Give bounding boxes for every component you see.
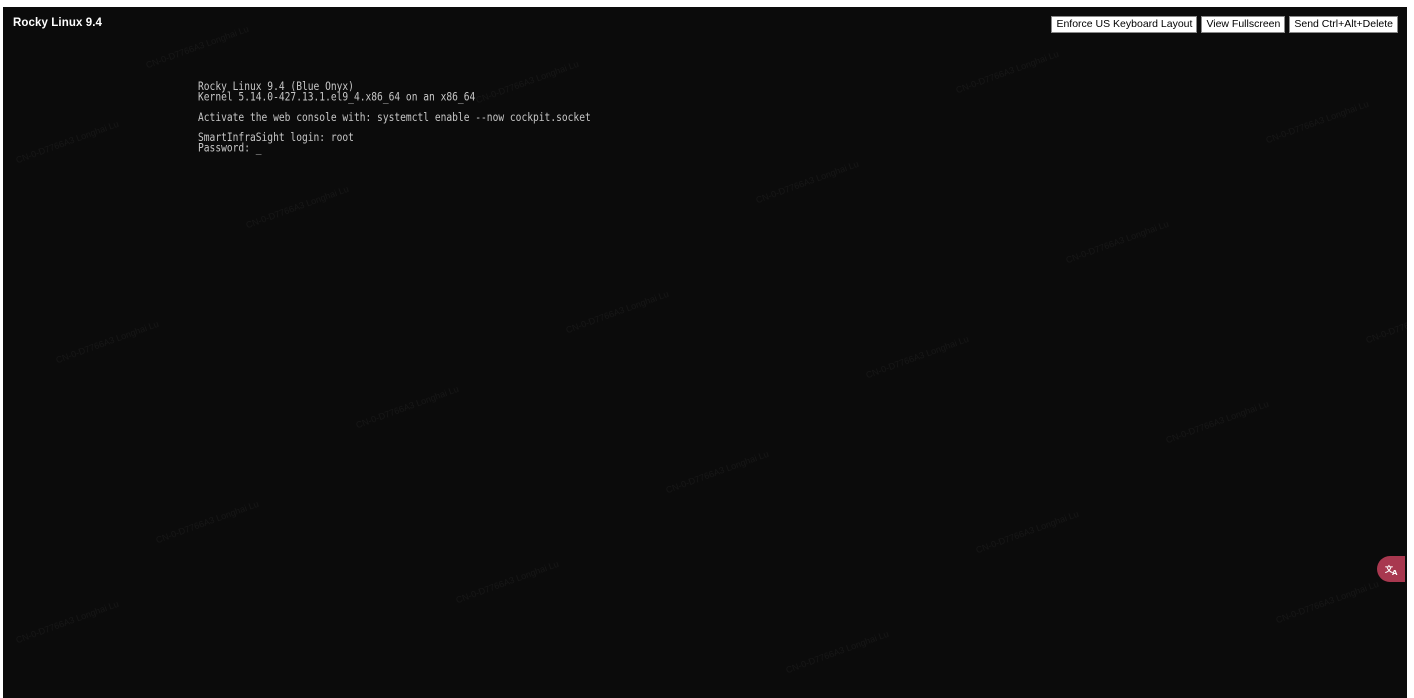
watermark: CN-0-D7766A3 Longhai Lu — [14, 118, 121, 166]
watermark: CN-0-D7766A3 Longhai Lu — [14, 598, 121, 646]
password-prompt: Password: — [198, 142, 256, 156]
text-cursor: _ — [255, 142, 262, 156]
svg-text:A: A — [1392, 569, 1398, 576]
console-header: Rocky Linux 9.4 Enforce US Keyboard Layo… — [3, 7, 1407, 37]
console-toolbar: Enforce US Keyboard Layout View Fullscre… — [1051, 16, 1398, 33]
watermark: CN-0-D7766A3 Longhai Lu — [1274, 578, 1381, 626]
vm-console-window: Rocky Linux 9.4 Enforce US Keyboard Layo… — [3, 7, 1407, 698]
vm-title: Rocky Linux 9.4 — [13, 17, 103, 29]
watermark: CN-0-D7766A3 Longhai Lu — [354, 383, 461, 431]
console-line: Activate the web console with: systemctl… — [198, 111, 591, 125]
watermark: CN-0-D7766A3 Longhai Lu — [1164, 398, 1271, 446]
watermark: CN-0-D7766A3 Longhai Lu — [664, 448, 771, 496]
watermark: CN-0-D7766A3 Longhai Lu — [564, 288, 671, 336]
view-fullscreen-button[interactable]: View Fullscreen — [1201, 16, 1286, 33]
password-prompt-line[interactable]: Password: _ — [198, 142, 591, 156]
console-output: Rocky Linux 9.4 (Blue Onyx) Kernel 5.14.… — [198, 82, 591, 156]
translate-glyph-icon: 文 A — [1385, 564, 1398, 576]
watermark: CN-0-D7766A3 Longhai Lu — [954, 48, 1061, 96]
enforce-keyboard-layout-button[interactable]: Enforce US Keyboard Layout — [1051, 16, 1198, 33]
watermark: CN-0-D7766A3 Longhai Lu — [244, 183, 351, 231]
watermark: CN-0-D7766A3 Longhai Lu — [454, 558, 561, 606]
watermark: CN-0-D7766A3 Longhai Lu — [1064, 218, 1171, 266]
watermark: CN-0-D7766A3 Longhai Lu — [54, 318, 161, 366]
terminal-screen[interactable]: CN-0-D7766A3 Longhai Lu CN-0-D7766A3 Lon… — [3, 24, 1407, 698]
console-line: Kernel 5.14.0-427.13.1.el9_4.x86_64 on a… — [198, 90, 476, 104]
watermark: CN-0-D7766A3 Longhai Lu — [1364, 299, 1407, 346]
watermark: CN-0-D7766A3 Longhai Lu — [784, 628, 891, 676]
watermark: CN-0-D7766A3 Longhai Lu — [864, 333, 971, 381]
watermark: CN-0-D7766A3 Longhai Lu — [974, 508, 1081, 556]
send-ctrl-alt-delete-button[interactable]: Send Ctrl+Alt+Delete — [1289, 16, 1398, 33]
watermark: CN-0-D7766A3 Longhai Lu — [154, 498, 261, 546]
watermark: CN-0-D7766A3 Longhai Lu — [754, 158, 861, 206]
watermark: CN-0-D7766A3 Longhai Lu — [1264, 98, 1371, 146]
translate-icon[interactable]: 文 A — [1377, 556, 1405, 582]
